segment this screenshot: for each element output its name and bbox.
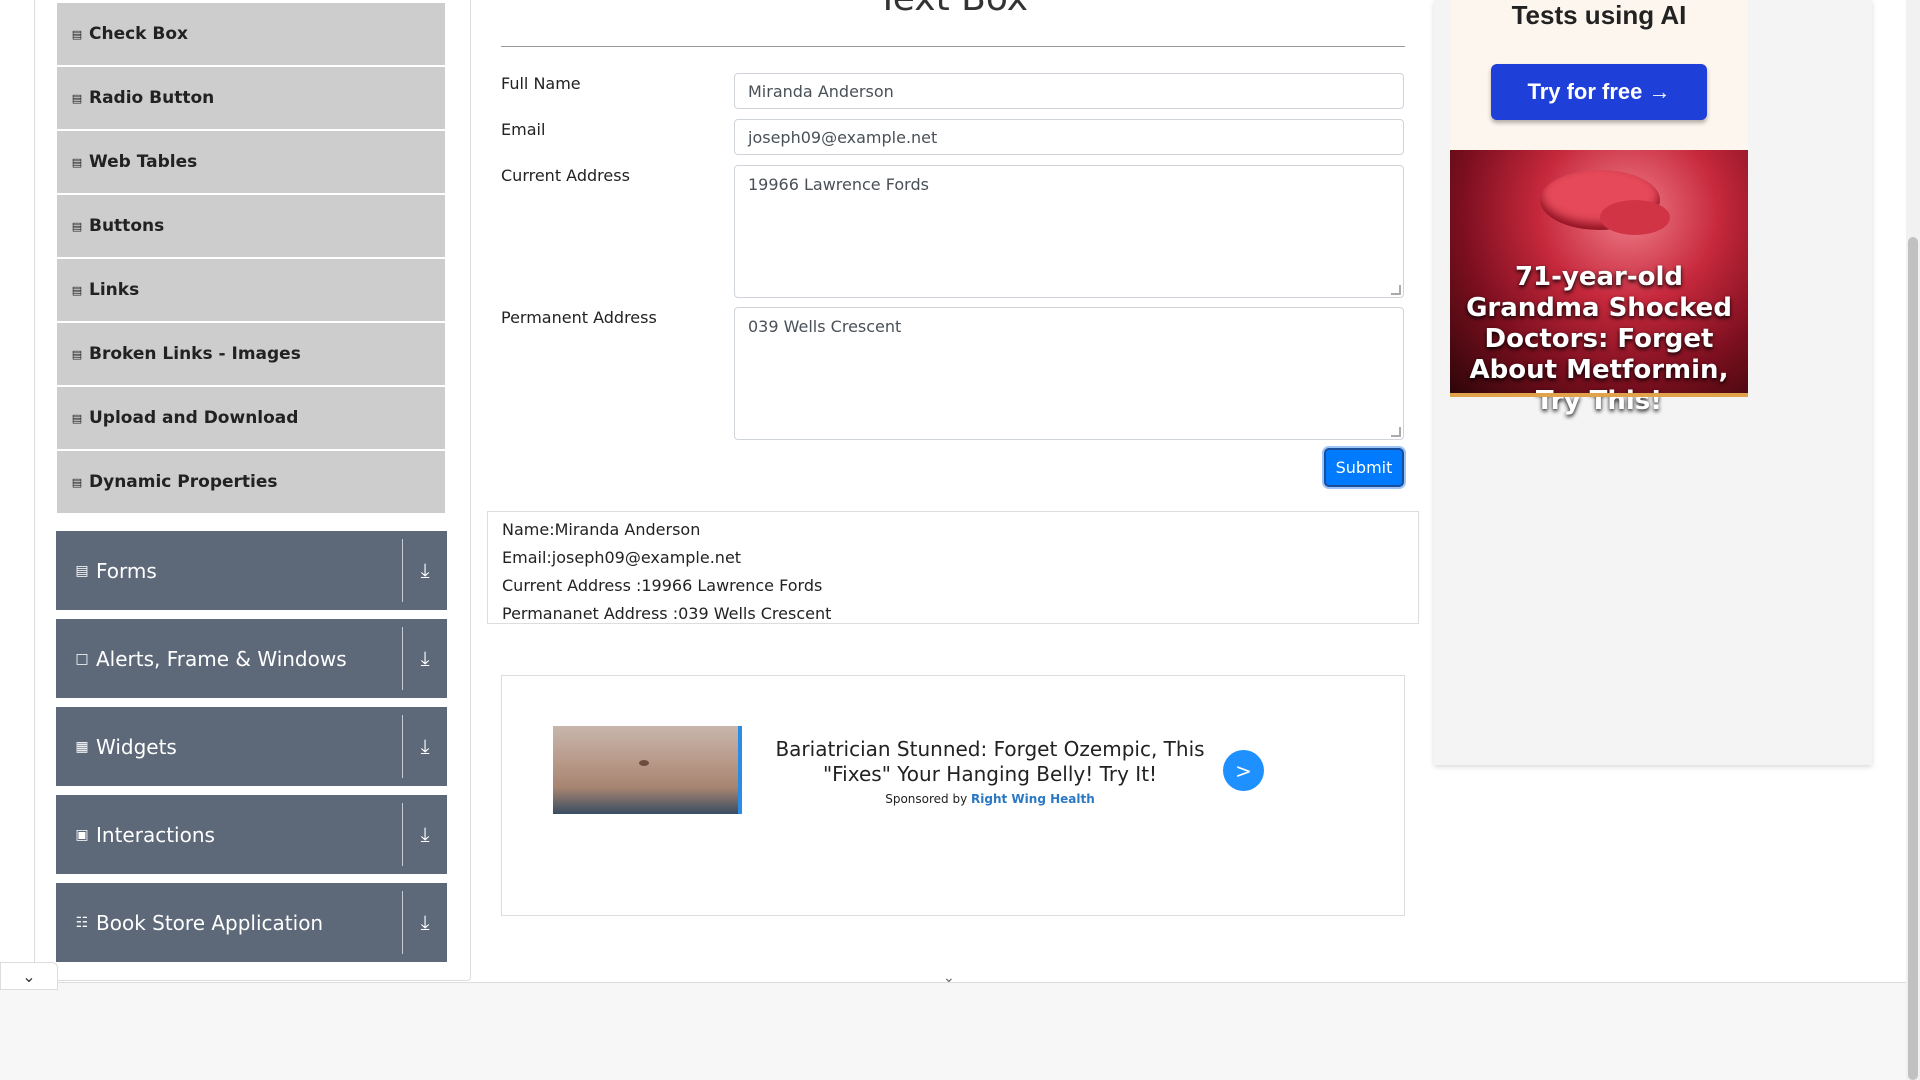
divider xyxy=(402,803,403,866)
download-icon[interactable]: ⤓ xyxy=(412,909,438,935)
sidebar-item-links[interactable]: ▤ Links xyxy=(57,259,445,322)
scrollbar-thumb[interactable] xyxy=(1908,237,1918,1080)
sidebar-item-label: Links xyxy=(89,280,140,300)
sidebar-group-alerts[interactable]: □ Alerts, Frame & Windows ⤓ xyxy=(56,619,447,698)
list-icon: ▤ xyxy=(71,27,83,41)
sidebar-group-label: Forms xyxy=(96,558,157,583)
download-icon[interactable]: ⤓ xyxy=(412,733,438,759)
left-divider xyxy=(34,0,35,980)
page: ▤ Check Box ▤ Radio Button ▤ Web Tables … xyxy=(0,0,1920,1080)
sidebar-item-label: Check Box xyxy=(89,24,189,44)
page-title: Text Box xyxy=(500,0,1405,19)
permanent-address-value: 039 Wells Crescent xyxy=(748,317,902,336)
resize-handle[interactable] xyxy=(1391,285,1401,295)
sidebar-group-label: Alerts, Frame & Windows xyxy=(96,646,347,671)
chevron-down-icon[interactable]: ⌄ xyxy=(0,962,58,990)
sidebar-item-label: Buttons xyxy=(89,216,165,236)
divider xyxy=(402,539,403,602)
current-address-textarea[interactable]: 19966 Lawrence Fords xyxy=(734,165,1404,298)
sidebar-item-label: Upload and Download xyxy=(89,408,299,428)
output-email: Email:joseph09@example.net xyxy=(502,548,742,567)
divider xyxy=(402,627,403,690)
widgets-icon: ▦ xyxy=(75,738,89,755)
chevron-down-icon[interactable]: ⌄ xyxy=(943,970,955,986)
download-icon[interactable]: ⤓ xyxy=(412,557,438,583)
sidebar-item-label: Dynamic Properties xyxy=(89,472,278,492)
list-icon: ▤ xyxy=(71,91,83,105)
list-icon: ▤ xyxy=(71,475,83,489)
sidebar-group-book-store[interactable]: ☷ Book Store Application ⤓ xyxy=(56,883,447,962)
sidebar-group-label: Book Store Application xyxy=(96,910,324,935)
try-for-free-button[interactable]: Try for free → xyxy=(1491,64,1707,120)
sidebar-group-forms[interactable]: ▤ Forms ⤓ xyxy=(56,531,447,610)
sidebar-item-dynamic-properties[interactable]: ▤ Dynamic Properties xyxy=(57,451,445,514)
permanent-address-textarea[interactable]: 039 Wells Crescent xyxy=(734,307,1404,440)
download-icon[interactable]: ⤓ xyxy=(412,645,438,671)
output-name: Name:Miranda Anderson xyxy=(502,520,701,539)
email-input[interactable]: joseph09@example.net xyxy=(734,119,1404,155)
ad-image-detail xyxy=(639,760,649,766)
ad-image-cell xyxy=(1600,200,1670,235)
ad-sponsor-prefix: Sponsored by xyxy=(885,792,968,806)
current-address-label: Current Address xyxy=(501,166,630,185)
ad-sponsor: Sponsored by Right Wing Health xyxy=(745,792,1235,806)
ad-headline[interactable]: Bariatrician Stunned: Forget Ozempic, Th… xyxy=(745,737,1235,787)
sidebar-item-broken-links[interactable]: ▤ Broken Links - Images xyxy=(57,323,445,386)
current-address-value: 19966 Lawrence Fords xyxy=(748,175,929,194)
email-value: joseph09@example.net xyxy=(748,127,938,147)
sidebar-item-buttons[interactable]: ▤ Buttons xyxy=(57,195,445,258)
right-ad-heading: Tests using AI xyxy=(1511,0,1687,30)
title-divider xyxy=(501,46,1405,47)
download-icon[interactable]: ⤓ xyxy=(412,821,438,847)
list-icon: ▤ xyxy=(71,283,83,297)
ad-sponsor-link[interactable]: Right Wing Health xyxy=(971,792,1095,806)
full-name-value: Miranda Anderson xyxy=(748,81,894,101)
full-name-label: Full Name xyxy=(501,74,581,93)
bottom-ad-bar xyxy=(0,982,1906,1080)
book-icon: ☷ xyxy=(75,914,89,931)
form-icon: ▤ xyxy=(75,562,89,579)
interactions-icon: ▣ xyxy=(75,826,89,843)
output-box: Name:Miranda Anderson Email:joseph09@exa… xyxy=(487,511,1419,624)
output-current-address: Current Address :19966 Lawrence Fords xyxy=(502,576,823,595)
ad-arrow-button[interactable]: > xyxy=(1223,750,1264,791)
submit-button[interactable]: Submit xyxy=(1324,448,1404,487)
list-icon: ▤ xyxy=(71,219,83,233)
full-name-input[interactable]: Miranda Anderson xyxy=(734,73,1404,109)
resize-handle[interactable] xyxy=(1391,427,1401,437)
divider xyxy=(402,891,403,954)
sidebar-item-check-box[interactable]: ▤ Check Box xyxy=(57,3,445,66)
sidebar-item-radio-button[interactable]: ▤ Radio Button xyxy=(57,67,445,130)
sidebar-item-label: Web Tables xyxy=(89,152,198,172)
sidebar-item-label: Radio Button xyxy=(89,88,215,108)
sidebar-item-upload-download[interactable]: ▤ Upload and Download xyxy=(57,387,445,450)
window-icon: □ xyxy=(75,650,89,667)
list-icon: ▤ xyxy=(71,411,83,425)
output-permanent-address: Permananet Address :039 Wells Crescent xyxy=(502,604,832,623)
sidebar-group-interactions[interactable]: ▣ Interactions ⤓ xyxy=(56,795,447,874)
sidebar-group-label: Widgets xyxy=(96,734,177,759)
email-label: Email xyxy=(501,120,546,139)
list-icon: ▤ xyxy=(71,155,83,169)
sidebar-group-label: Interactions xyxy=(96,822,215,847)
sidebar-item-web-tables[interactable]: ▤ Web Tables xyxy=(57,131,445,194)
ad-image[interactable] xyxy=(553,726,742,814)
sidebar-item-label: Broken Links - Images xyxy=(89,344,301,364)
sidebar-group-widgets[interactable]: ▦ Widgets ⤓ xyxy=(56,707,447,786)
list-icon: ▤ xyxy=(71,347,83,361)
right-ad-strip xyxy=(1450,393,1748,397)
divider xyxy=(402,715,403,778)
permanent-address-label: Permanent Address xyxy=(501,308,657,327)
